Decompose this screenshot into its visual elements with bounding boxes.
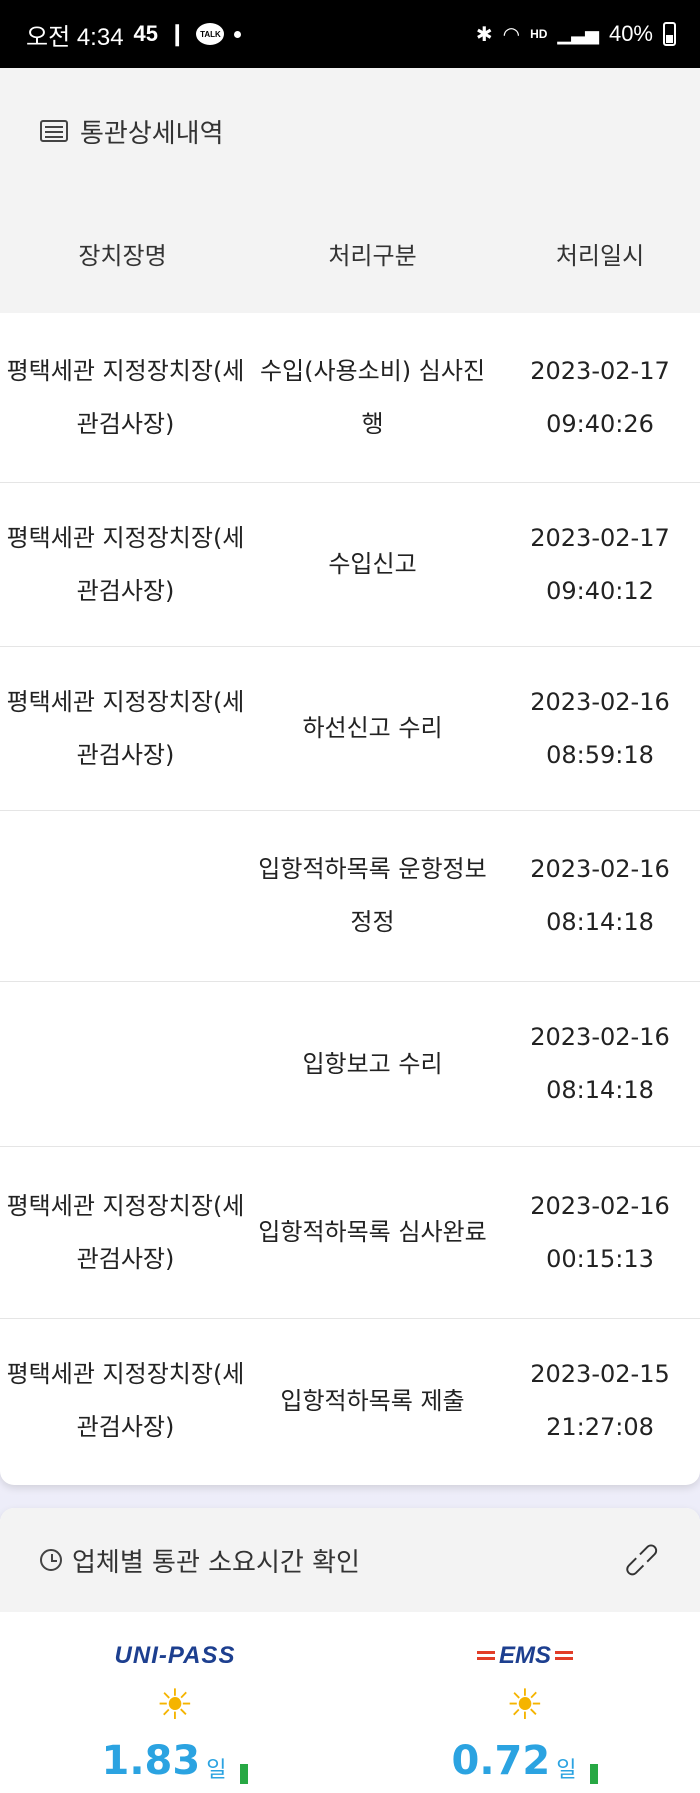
- signal-icon: ▁▃▅: [557, 23, 599, 44]
- link-icon[interactable]: ⊂⊃: [616, 1534, 668, 1586]
- cell-datetime: 2023-02-16 08:14:18: [500, 843, 700, 949]
- battery-percent: 40%: [608, 21, 653, 46]
- trend-bar: [240, 1764, 249, 1784]
- trend-bar: [590, 1764, 599, 1784]
- provider-days-unit: 일: [556, 1758, 577, 1783]
- status-time: 오전 4:34: [26, 23, 124, 51]
- cell-type: 수입신고: [328, 550, 417, 578]
- cell-datetime: 2023-02-16 08:59:18: [500, 676, 700, 782]
- cell-type: 입항적하목록 심사완료: [258, 1218, 487, 1246]
- table-row: 평택세관 지정장치장(세관검사장) 입항적하목록 제출 2023-02-15 2…: [0, 1319, 700, 1483]
- table-row: 평택세관 지정장치장(세관검사장) 수입(사용소비) 심사진행 2023-02-…: [0, 313, 700, 483]
- provider-days-value: 1.83: [101, 1738, 201, 1784]
- cell-location: 평택세관 지정장치장(세관검사장): [6, 687, 245, 769]
- cell-datetime: 2023-02-16 00:15:13: [500, 1180, 700, 1286]
- status-left: 오전 4:34 45 ❙ TALK: [26, 17, 242, 52]
- provider-days-value: 0.72: [451, 1738, 551, 1784]
- cell-date: 2023-02-16: [530, 1191, 670, 1220]
- cell-type: 하선신고 수리: [302, 714, 443, 742]
- earbuds-icon: ❙: [168, 21, 187, 46]
- cell-datetime: 2023-02-17 09:40:12: [500, 512, 700, 618]
- cell-type: 입항적하목록 제출: [280, 1386, 465, 1415]
- cell-time: 08:14:18: [546, 1076, 654, 1104]
- table-row: 평택세관 지정장치장(세관검사장) 하선신고 수리 2023-02-16 08:…: [0, 647, 700, 811]
- table-header: 장치장명 처리구분 처리일시: [0, 194, 700, 313]
- provider-unipass[interactable]: UNI-PASS ☀ 1.83 일: [0, 1612, 350, 1784]
- cell-location: 평택세관 지정장치장(세관검사장): [6, 1191, 245, 1273]
- wifi-icon: ◠: [502, 23, 521, 46]
- status-bar: 오전 4:34 45 ❙ TALK ✱ ◠ HD ▁▃▅ 40%: [0, 0, 700, 68]
- cell-time: 09:40:12: [546, 576, 654, 605]
- provider-ems[interactable]: EMS ☀ 0.72 일: [350, 1612, 700, 1784]
- cell-date: 2023-02-17: [530, 523, 670, 552]
- cell-date: 2023-02-15: [530, 1360, 670, 1388]
- clock-icon: [40, 1549, 62, 1571]
- customs-detail-card: 통관상세내역 장치장명 처리구분 처리일시 평택세관 지정장치장(세관검사장) …: [0, 68, 700, 1485]
- cell-date: 2023-02-16: [530, 855, 670, 883]
- customs-detail-header: 통관상세내역: [0, 68, 700, 194]
- clearance-time-header: 업체별 통관 소요시간 확인 ⊂⊃: [0, 1508, 700, 1612]
- status-right: ✱ ◠ HD ▁▃▅ 40%: [476, 21, 676, 47]
- table-row: 입항적하목록 운항정보 정정 2023-02-16 08:14:18: [0, 811, 700, 982]
- provider-days-unit: 일: [206, 1758, 227, 1783]
- customs-detail-title: 통관상세내역: [80, 118, 224, 149]
- cell-location: 평택세관 지정장치장(세관검사장): [6, 1360, 245, 1441]
- cell-time: 08:59:18: [546, 740, 654, 769]
- unipass-logo: UNI-PASS: [114, 1642, 236, 1669]
- clearance-time-title-group: 업체별 통관 소요시간 확인: [40, 1542, 360, 1579]
- cell-time: 00:15:13: [546, 1244, 654, 1273]
- provider-list: UNI-PASS ☀ 1.83 일 EMS ☀ 0.72 일: [0, 1612, 700, 1784]
- ems-logo: EMS: [476, 1642, 574, 1670]
- sun-icon: ☀: [156, 1680, 194, 1729]
- cell-datetime: 2023-02-16 08:14:18: [500, 1011, 700, 1117]
- sun-icon: ☀: [506, 1680, 544, 1729]
- cell-time: 09:40:26: [546, 409, 654, 438]
- battery-icon: [663, 22, 676, 46]
- table-row: 입항보고 수리 2023-02-16 08:14:18: [0, 982, 700, 1147]
- more-notifications-dot: [234, 30, 242, 38]
- column-header-location: 장치장명: [78, 242, 167, 270]
- column-header-datetime: 처리일시: [555, 242, 645, 270]
- hd-voice-icon: HD: [530, 27, 548, 41]
- provider-value-line: 0.72 일: [452, 1738, 599, 1784]
- cell-date: 2023-02-16: [530, 1023, 670, 1051]
- clearance-time-title: 업체별 통관 소요시간 확인: [72, 1547, 360, 1578]
- bluetooth-icon: ✱: [475, 23, 493, 46]
- cell-time: 21:27:08: [546, 1413, 654, 1441]
- cell-type: 입항보고 수리: [302, 1049, 443, 1078]
- cell-datetime: 2023-02-15 21:27:08: [500, 1348, 700, 1454]
- kakaotalk-icon: TALK: [196, 23, 225, 45]
- cell-date: 2023-02-16: [530, 687, 670, 716]
- cell-datetime: 2023-02-17 09:40:26: [500, 345, 700, 451]
- clearance-time-card: 업체별 통관 소요시간 확인 ⊂⊃ UNI-PASS ☀ 1.83 일 EMS …: [0, 1508, 700, 1793]
- cell-location: 평택세관 지정장치장(세관검사장): [6, 356, 245, 438]
- column-header-type: 처리구분: [328, 242, 417, 270]
- cell-type: 입항적하목록 운항정보 정정: [258, 855, 487, 936]
- cell-type: 수입(사용소비) 심사진행: [259, 356, 486, 438]
- cell-time: 08:14:18: [546, 908, 654, 936]
- table-row: 평택세관 지정장치장(세관검사장) 수입신고 2023-02-17 09:40:…: [0, 483, 700, 647]
- provider-value-line: 1.83 일: [102, 1738, 249, 1784]
- list-icon: [40, 120, 68, 142]
- notification-count: 45: [133, 21, 159, 46]
- table-row: 평택세관 지정장치장(세관검사장) 입항적하목록 심사완료 2023-02-16…: [0, 1147, 700, 1319]
- cell-date: 2023-02-17: [530, 356, 670, 385]
- cell-location: 평택세관 지정장치장(세관검사장): [6, 523, 245, 605]
